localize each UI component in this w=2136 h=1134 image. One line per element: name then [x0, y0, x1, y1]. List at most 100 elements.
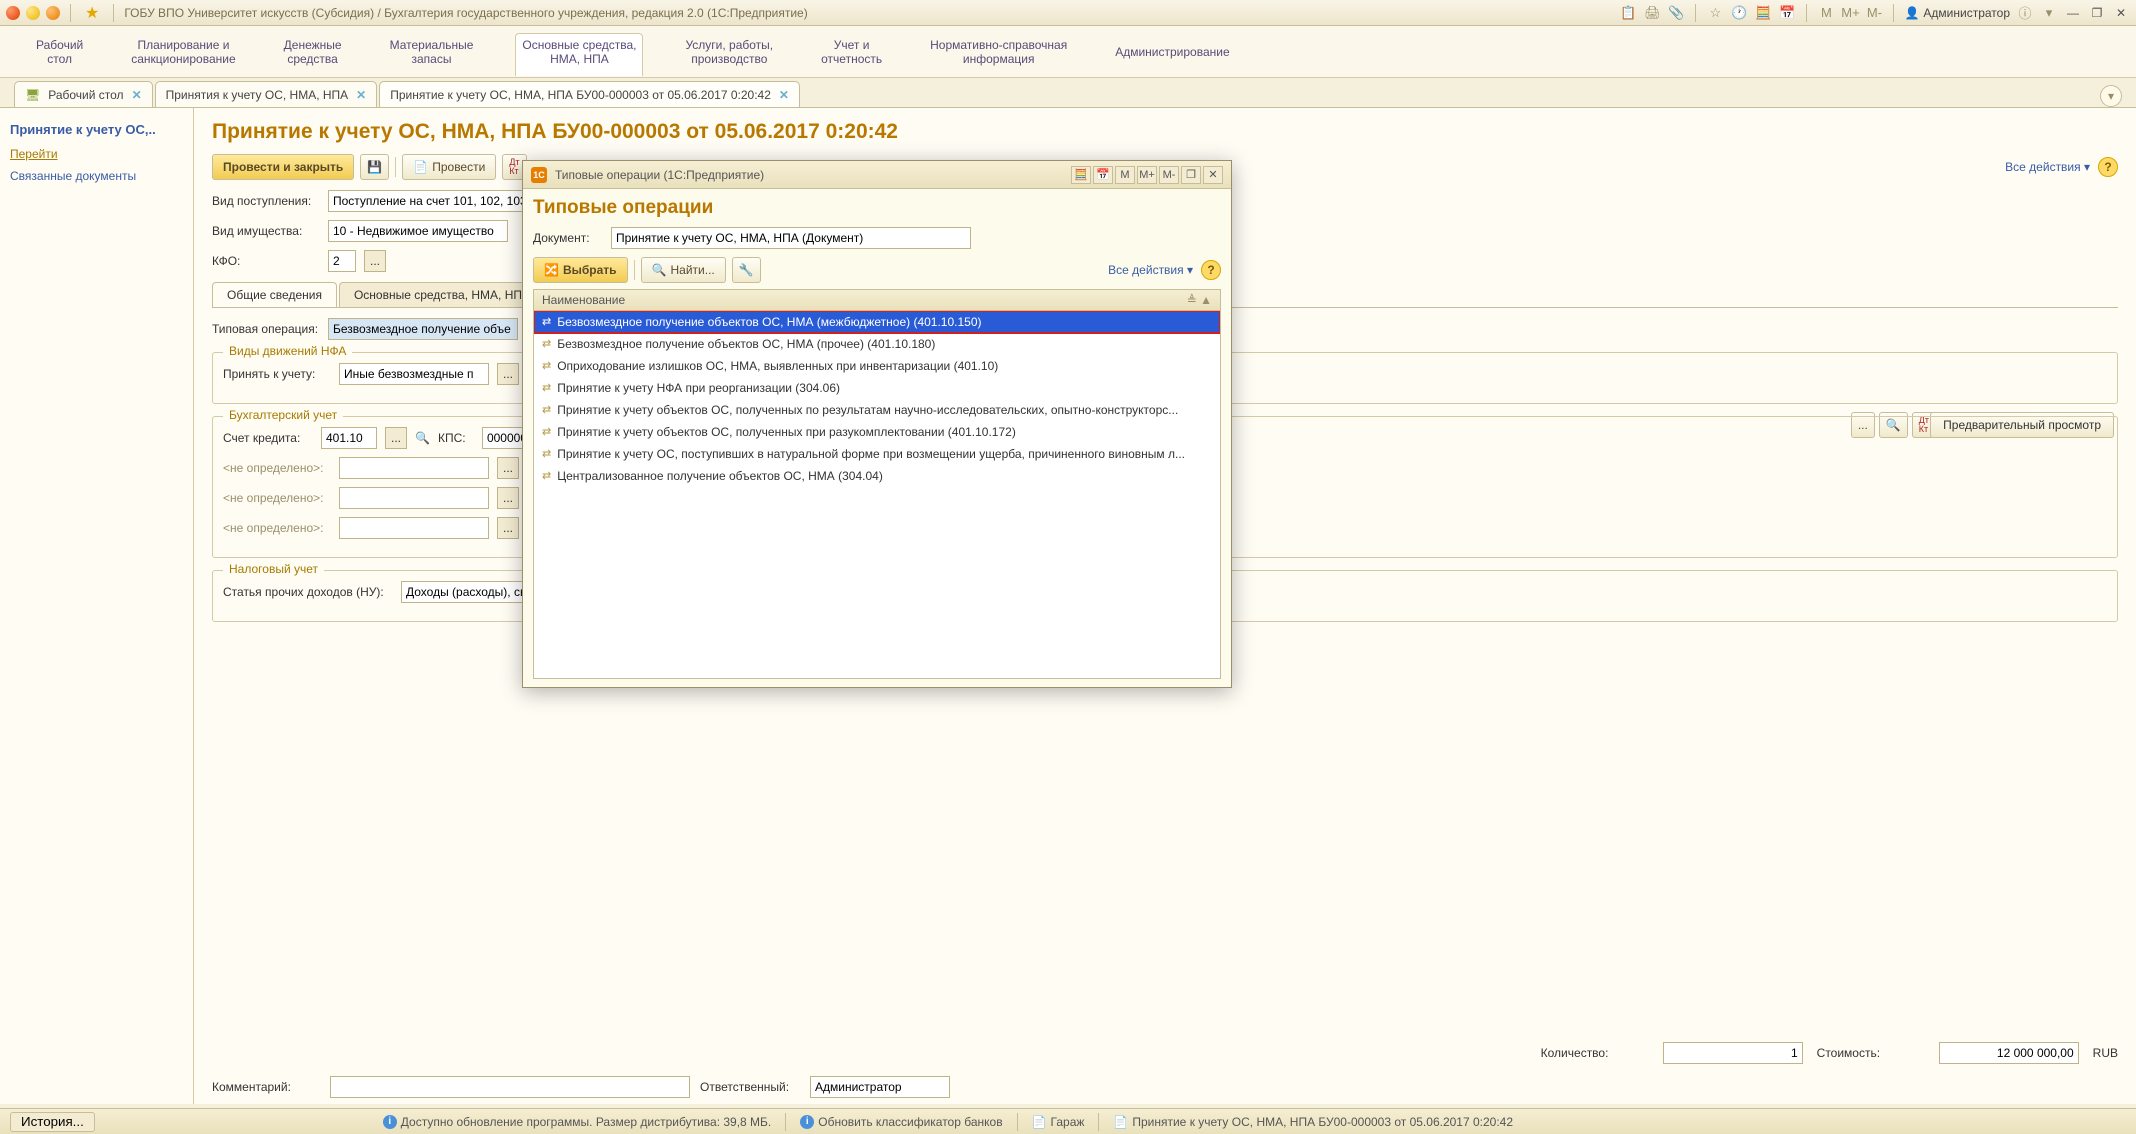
nav-reference[interactable]: Нормативно-справочная информация — [924, 34, 1073, 70]
list-item[interactable]: ⇄Принятие к учету объектов ОС, полученны… — [534, 421, 1220, 443]
input-receipt-type[interactable] — [328, 190, 538, 212]
m-minus-button[interactable]: M- — [1159, 166, 1179, 184]
nav-planning[interactable]: Планирование и санкционирование — [125, 34, 241, 70]
chevron-down-icon[interactable]: ▾ — [2100, 85, 2122, 107]
dropdown-icon[interactable]: ▾ — [2040, 4, 2058, 22]
post-button[interactable]: 📄 Провести — [402, 154, 496, 180]
modal-titlebar: 1C Типовые операции (1С:Предприятие) 🧮 📅… — [523, 161, 1231, 189]
input-undef[interactable] — [339, 457, 489, 479]
tool-button[interactable]: 🔧 — [732, 257, 761, 283]
calc-icon[interactable]: 🧮 — [1754, 4, 1772, 22]
ellipsis-button[interactable]: ... — [497, 517, 519, 539]
list-item[interactable]: ⇄Принятие к учету НФА при реорганизации … — [534, 377, 1220, 399]
select-button[interactable]: 🔀 Выбрать — [533, 257, 628, 283]
m-plus-button[interactable]: M+ — [1137, 166, 1157, 184]
input-typical-op[interactable] — [328, 318, 518, 340]
close-button[interactable]: ✕ — [1203, 166, 1223, 184]
input-qty[interactable] — [1663, 1042, 1803, 1064]
input-cost[interactable] — [1939, 1042, 2079, 1064]
calendar-icon[interactable]: 📅 — [1093, 166, 1113, 184]
star-icon[interactable]: ☆ — [1706, 4, 1724, 22]
tab-desktop[interactable]: 🖥 Рабочий стол ✕ — [14, 81, 153, 107]
tool-icon[interactable]: 🖨 — [1643, 4, 1661, 22]
input-responsible[interactable] — [810, 1076, 950, 1098]
m-minus-button[interactable]: M- — [1865, 4, 1883, 22]
all-actions-link[interactable]: Все действия ▾ — [2005, 160, 2090, 174]
tabbar-right: ▾ — [2100, 85, 2122, 107]
maximize-button[interactable]: ❐ — [1181, 166, 1201, 184]
list-item[interactable]: ⇄Принятие к учету объектов ОС, полученны… — [534, 399, 1220, 421]
help-icon[interactable]: ? — [1201, 260, 1221, 280]
tool-icon[interactable]: 📎 — [1667, 4, 1685, 22]
input-accept[interactable] — [339, 363, 489, 385]
ellipsis-button[interactable]: ... — [364, 250, 386, 272]
status-update[interactable]: iДоступно обновление программы. Размер д… — [383, 1115, 771, 1129]
inner-tab-assets[interactable]: Основные средства, НМА, НП — [339, 282, 537, 307]
ellipsis-button[interactable]: ... — [497, 487, 519, 509]
list-item[interactable]: ⇄Безвозмездное получение объектов ОС, НМ… — [534, 311, 1220, 333]
modal-body: Типовые операции Документ: 🔀 Выбрать 🔍 Н… — [523, 189, 1231, 687]
user-label[interactable]: 👤 Администратор — [1904, 6, 2010, 20]
operation-icon: ⇄ — [542, 403, 551, 416]
input-comment[interactable] — [330, 1076, 690, 1098]
label-accept: Принять к учету: — [223, 367, 331, 381]
all-actions-link[interactable]: Все действия ▾ — [1108, 263, 1193, 277]
info-icon[interactable]: ⓘ — [2016, 4, 2034, 22]
list-item[interactable]: ⇄Принятие к учету ОС, поступивших в нату… — [534, 443, 1220, 465]
status-banks[interactable]: iОбновить классификатор банков — [800, 1115, 1002, 1129]
nav-cash[interactable]: Денежные средства — [278, 34, 348, 70]
status-doc[interactable]: 📄Принятие к учету ОС, НМА, НПА БУ00-0000… — [1113, 1115, 1513, 1129]
tab-list[interactable]: Принятия к учету ОС, НМА, НПА ✕ — [155, 81, 378, 107]
calendar-icon[interactable]: 📅 — [1778, 4, 1796, 22]
tab-close-icon[interactable]: ✕ — [356, 88, 366, 102]
nav-accounting[interactable]: Учет и отчетность — [815, 34, 888, 70]
sort-icon[interactable]: ≜ ▲ — [1187, 293, 1212, 307]
ellipsis-button[interactable]: ... — [385, 427, 407, 449]
tab-close-icon[interactable]: ✕ — [132, 88, 142, 102]
calc-icon[interactable]: 🧮 — [1071, 166, 1091, 184]
close-button[interactable]: ✕ — [2112, 5, 2130, 21]
input-kfo[interactable] — [328, 250, 356, 272]
inner-tab-general[interactable]: Общие сведения — [212, 282, 337, 307]
input-undef[interactable] — [339, 487, 489, 509]
nav-services[interactable]: Услуги, работы, производство — [679, 34, 779, 70]
tab-document[interactable]: Принятие к учету ОС, НМА, НПА БУ00-00000… — [379, 81, 800, 107]
window-max-dot[interactable] — [46, 6, 60, 20]
input-document[interactable] — [611, 227, 971, 249]
sidebar-title: Принятие к учету ОС,.. — [10, 122, 183, 137]
find-button[interactable]: 🔍 Найти... — [641, 257, 726, 283]
nav-materials[interactable]: Материальные запасы — [384, 34, 480, 70]
post-and-close-button[interactable]: Провести и закрыть — [212, 154, 354, 180]
app-title: ГОБУ ВПО Университет искусств (Субсидия)… — [124, 6, 1613, 20]
m-button[interactable]: M — [1817, 4, 1835, 22]
list-item[interactable]: ⇄Оприходование излишков ОС, НМА, выявлен… — [534, 355, 1220, 377]
nav-fixed-assets[interactable]: Основные средства, НМА, НПА — [515, 33, 643, 76]
save-button[interactable]: 💾 — [360, 154, 389, 180]
history-icon[interactable]: 🕐 — [1730, 4, 1748, 22]
magnifier-icon[interactable]: 🔍 — [415, 431, 430, 445]
ellipsis-button[interactable]: ... — [497, 457, 519, 479]
input-credit[interactable] — [321, 427, 377, 449]
input-undef[interactable] — [339, 517, 489, 539]
maximize-button[interactable]: ❐ — [2088, 5, 2106, 21]
ellipsis-button[interactable]: ... — [497, 363, 519, 385]
input-property-type[interactable] — [328, 220, 508, 242]
tab-close-icon[interactable]: ✕ — [779, 88, 789, 102]
help-icon[interactable]: ? — [2098, 157, 2118, 177]
list-item[interactable]: ⇄Централизованное получение объектов ОС,… — [534, 465, 1220, 487]
history-button[interactable]: История... — [10, 1112, 95, 1132]
m-button[interactable]: M — [1115, 166, 1135, 184]
window-min-dot[interactable] — [26, 6, 40, 20]
list-item[interactable]: ⇄Безвозмездное получение объектов ОС, НМ… — [534, 333, 1220, 355]
window-close-dot[interactable] — [6, 6, 20, 20]
m-plus-button[interactable]: M+ — [1841, 4, 1859, 22]
nav-desktop[interactable]: Рабочий стол — [30, 34, 89, 70]
status-garage[interactable]: 📄Гараж — [1032, 1115, 1085, 1129]
column-name: Наименование — [542, 293, 625, 307]
tool-icon[interactable]: 📋 — [1619, 4, 1637, 22]
list-header[interactable]: Наименование ≜ ▲ — [533, 289, 1221, 311]
nav-admin[interactable]: Администрирование — [1109, 41, 1235, 63]
favorite-icon[interactable]: ★ — [85, 3, 99, 23]
minimize-button[interactable]: — — [2064, 5, 2082, 21]
sidebar-link-related[interactable]: Связанные документы — [10, 169, 183, 183]
